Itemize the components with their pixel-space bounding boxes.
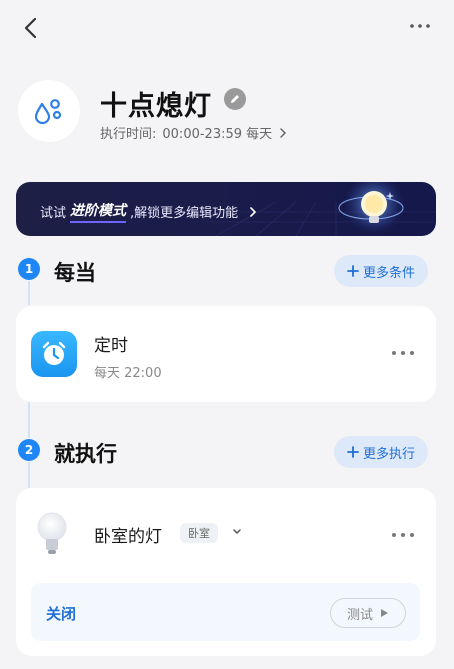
timeline-connector <box>28 281 30 305</box>
back-button[interactable] <box>18 14 46 42</box>
play-icon <box>381 609 388 617</box>
more-horizontal-icon <box>410 24 430 28</box>
alarm-clock-icon <box>42 341 66 365</box>
test-button[interactable]: 测试 <box>330 598 406 628</box>
more-options-button[interactable] <box>408 16 432 36</box>
add-condition-button[interactable]: 更多条件 <box>334 255 429 287</box>
lightbulb-device-icon <box>34 510 70 562</box>
banner-suffix: ,解锁更多编辑功能 <box>130 206 239 221</box>
chevron-right-icon <box>250 206 257 217</box>
add-action-button[interactable]: 更多执行 <box>334 436 429 468</box>
condition-title: 定时 <box>94 336 128 356</box>
room-dropdown-button[interactable] <box>230 524 244 543</box>
action-state-label[interactable]: 关闭 <box>46 603 76 624</box>
condition-more-icon[interactable] <box>392 351 414 357</box>
condition-subtitle: 每天 22:00 <box>94 366 162 381</box>
add-action-label: 更多执行 <box>363 446 416 462</box>
timeline-connector <box>28 402 30 438</box>
step-number: 1 <box>18 258 40 280</box>
chevron-right-icon <box>280 127 287 138</box>
pencil-icon <box>231 95 239 103</box>
step-number: 2 <box>18 439 40 461</box>
banner-highlight: 进阶模式 <box>70 200 127 223</box>
scene-title: 十点熄灯 <box>100 91 212 122</box>
test-button-label: 测试 <box>346 607 373 623</box>
timer-icon-tile <box>31 331 77 377</box>
timeline-connector <box>28 462 30 488</box>
condition-card[interactable] <box>16 306 436 402</box>
chevron-left-icon <box>24 17 37 39</box>
lightbulb-illustration <box>350 186 398 234</box>
device-name: 卧室的灯 <box>94 527 162 547</box>
scene-icon[interactable] <box>18 80 80 142</box>
chevron-down-icon <box>233 529 241 535</box>
bulb-icon <box>37 512 67 554</box>
room-badge: 卧室 <box>180 523 218 543</box>
execution-time-value: 00:00-23:59 每天 <box>162 127 273 142</box>
execution-time-label: 执行时间: <box>100 127 157 142</box>
section-title-then: 就执行 <box>54 442 117 466</box>
add-condition-label: 更多条件 <box>363 265 416 281</box>
action-more-icon[interactable] <box>392 533 414 539</box>
section-title-when: 每当 <box>54 261 96 285</box>
edit-name-button[interactable] <box>224 88 246 110</box>
plus-icon <box>347 446 359 458</box>
execution-time-row[interactable]: 执行时间: 00:00-23:59 每天 <box>100 123 288 142</box>
plus-icon <box>347 265 359 277</box>
lightbulb-icon <box>361 191 394 223</box>
water-drop-icon <box>34 99 62 125</box>
banner-prefix: 试试 <box>40 206 67 221</box>
banner-text[interactable]: 试试 进阶模式 ,解锁更多编辑功能 <box>40 200 260 223</box>
